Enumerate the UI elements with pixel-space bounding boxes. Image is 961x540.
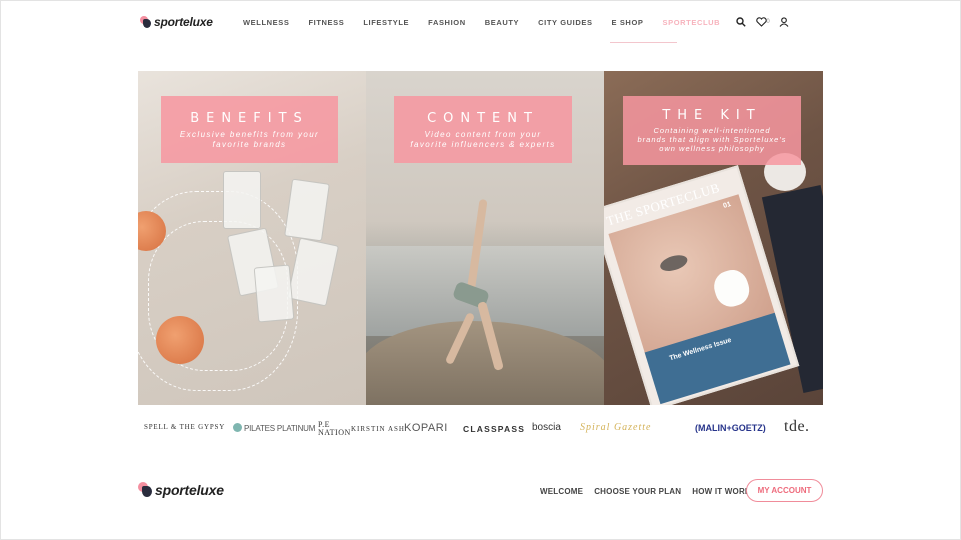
pilates-dot-icon: [233, 423, 242, 432]
brand-logo-tde[interactable]: tde.: [784, 418, 810, 436]
logo-mark-icon: [138, 482, 152, 498]
nav-item-beauty[interactable]: BEAUTY: [485, 18, 519, 27]
the-kit-subtitle: Containing well-intentioned brands that …: [623, 126, 801, 153]
logo-text: sporteluxe: [154, 15, 213, 29]
nav-item-wellness[interactable]: WELLNESS: [243, 18, 289, 27]
brand-logo-spiral[interactable]: Spiral Gazette: [580, 422, 652, 433]
benefits-overlay: BENEFITS Exclusive benefits from your fa…: [161, 96, 338, 163]
footer-link-choose-your-plan[interactable]: CHOOSE YOUR PLAN: [594, 487, 681, 496]
content-overlay: CONTENT Video content from your favorite…: [394, 96, 572, 163]
the-kit-subtitle-line: own wellness philosophy: [659, 144, 765, 153]
wishlist-count: 0: [766, 19, 770, 25]
brand-logo-pe-nation[interactable]: P.E NATION: [318, 421, 350, 437]
footer-logo[interactable]: sporteluxe: [138, 482, 224, 498]
footer-links: WELCOME CHOOSE YOUR PLAN HOW IT WORKS: [540, 487, 756, 496]
cream-shape: [710, 266, 754, 311]
benefits-subtitle-line: Exclusive benefits from your: [179, 130, 320, 139]
partner-brands-strip: SPELL & THE GYPSY PILATES PLATINUM P.E N…: [138, 416, 823, 442]
brand-logo-spell[interactable]: SPELL & THE GYPSY: [144, 423, 225, 431]
user-icon[interactable]: [778, 16, 790, 28]
perfume-bottle: [284, 178, 330, 242]
the-kit-subtitle-line: Containing well-intentioned: [653, 126, 771, 135]
content-subtitle-line: favorite influencers & experts: [410, 140, 556, 149]
benefits-subtitle: Exclusive benefits from your favorite br…: [161, 130, 338, 150]
the-kit-overlay: THE KIT Containing well-intentioned bran…: [623, 96, 801, 165]
logo-mark-icon: [140, 15, 151, 29]
perfume-bottle: [223, 171, 261, 229]
benefits-subtitle-line: favorite brands: [212, 140, 287, 149]
site-logo[interactable]: sporteluxe: [140, 15, 213, 29]
nav-item-fitness[interactable]: FITNESS: [308, 18, 344, 27]
benefits-panel[interactable]: BENEFITS Exclusive benefits from your fa…: [138, 71, 366, 405]
nav-item-city-guides[interactable]: CITY GUIDES: [538, 18, 592, 27]
nav-item-e-shop[interactable]: E SHOP: [612, 18, 644, 27]
brand-logo-pilates-platinum[interactable]: PILATES PLATINUM: [233, 423, 315, 433]
benefits-title: BENEFITS: [190, 111, 309, 126]
brand-logo-boscia[interactable]: boscia: [532, 422, 561, 433]
brand-logo-classpass[interactable]: CLASSPASS: [463, 424, 525, 434]
the-kit-panel[interactable]: THE SPORTECLUB 01 The Wellness Issue THE…: [604, 71, 823, 405]
main-menu: WELLNESS FITNESS LIFESTYLE FASHION BEAUT…: [243, 18, 720, 27]
brand-logo-kopari[interactable]: KOPARI: [404, 422, 448, 434]
my-account-button[interactable]: MY ACCOUNT: [746, 479, 823, 502]
content-panel[interactable]: CONTENT Video content from your favorite…: [366, 71, 604, 405]
the-kit-subtitle-line: brands that align with Sporteluxe's: [637, 135, 787, 144]
active-nav-underline: [610, 42, 677, 43]
nav-item-sporteclub[interactable]: SPORTECLUB: [663, 18, 721, 27]
top-navigation: sporteluxe WELLNESS FITNESS LIFESTYLE FA…: [0, 0, 961, 44]
brand-logo-malin-goetz[interactable]: (MALIN+GOETZ): [695, 423, 766, 433]
eye-shape: [658, 252, 690, 274]
content-title: CONTENT: [427, 111, 539, 126]
nav-item-fashion[interactable]: FASHION: [428, 18, 466, 27]
brand-logo-pilates-text: PILATES PLATINUM: [244, 424, 316, 433]
brand-logo-kirstin-ash[interactable]: KIRSTIN ASH: [351, 425, 405, 433]
content-subtitle-line: Video content from your: [424, 130, 542, 139]
footer-link-welcome[interactable]: WELCOME: [540, 487, 583, 496]
nav-item-lifestyle[interactable]: LIFESTYLE: [363, 18, 409, 27]
footer-logo-text: sporteluxe: [155, 482, 224, 498]
search-icon[interactable]: [735, 16, 747, 28]
sporteclub-feature-panels: BENEFITS Exclusive benefits from your fa…: [138, 71, 823, 405]
orange-fruit: [156, 316, 204, 364]
wishlist-button[interactable]: 0: [755, 16, 771, 28]
perfume-bottle: [253, 264, 295, 323]
content-subtitle: Video content from your favorite influen…: [394, 130, 572, 150]
the-kit-title: THE KIT: [662, 108, 762, 123]
